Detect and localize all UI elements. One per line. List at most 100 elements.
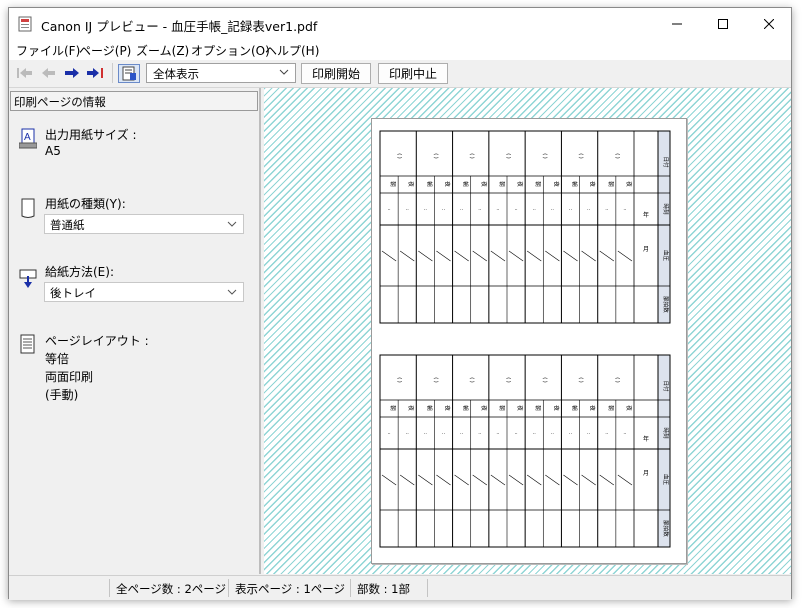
status-bar: 全ページ数 : 2ページ 表示ページ : 1ページ 部数 : 1部 bbox=[9, 575, 791, 600]
last-page-icon[interactable] bbox=[85, 65, 105, 81]
chevron-down-icon bbox=[279, 69, 289, 75]
form-day-bracket: ( ) bbox=[396, 153, 402, 159]
form-day-bracket: ( ) bbox=[614, 377, 620, 383]
status-total-pages: 全ページ数 : 2ページ bbox=[116, 582, 227, 596]
preview-area[interactable]: 日付 時刻 血圧 脈拍数年月朝.. 夜.. 朝.. 夜.. 朝.. 夜.. 朝.. 夜.. 朝.. 夜.… bbox=[264, 88, 791, 574]
form-day-bracket: ( ) bbox=[614, 153, 620, 159]
first-page-icon[interactable] bbox=[15, 65, 35, 81]
form-header-label: 血圧 bbox=[662, 474, 670, 486]
form-row-label: 朝 bbox=[462, 181, 469, 187]
page-layout-label: ページレイアウト : bbox=[45, 334, 149, 348]
form-header-label: 脈拍数 bbox=[662, 296, 670, 313]
zoom-select[interactable]: 全体表示 bbox=[146, 63, 296, 83]
form-header-label: 脈拍数 bbox=[662, 520, 670, 537]
media-type-select[interactable]: 普通紙 bbox=[44, 214, 244, 234]
form-time-dots: .. bbox=[551, 430, 555, 436]
media-type-icon bbox=[21, 198, 35, 218]
form-day-bracket: ( ) bbox=[505, 153, 511, 159]
form-row-label: 夜 bbox=[480, 405, 488, 411]
form-day-bracket: ( ) bbox=[396, 377, 402, 383]
paper-size-icon: A bbox=[19, 128, 37, 149]
menu-file[interactable]: ファイル(F) bbox=[16, 42, 80, 59]
maximize-button[interactable] bbox=[700, 8, 746, 40]
form-header-label: 時刻 bbox=[662, 427, 670, 439]
form-row-label: 朝 bbox=[571, 405, 578, 411]
form-time-dots: .. bbox=[387, 430, 391, 436]
form-time-dots: .. bbox=[496, 430, 500, 436]
status-separator bbox=[109, 579, 110, 597]
previous-page-icon[interactable] bbox=[39, 65, 59, 81]
print-cancel-button[interactable]: 印刷中止 bbox=[378, 63, 448, 84]
form-row-label: 朝 bbox=[607, 181, 614, 187]
form-header-label: 日付 bbox=[662, 156, 670, 168]
form-row-label: 夜 bbox=[407, 181, 415, 187]
toolbar-separator bbox=[112, 63, 113, 83]
menu-page[interactable]: ページ(P) bbox=[79, 42, 131, 59]
media-type-label: 用紙の種類(Y): bbox=[45, 197, 126, 211]
preview-page: 日付 時刻 血圧 脈拍数年月朝.. 夜.. 朝.. 夜.. 朝.. 夜.. 朝.. 夜.. 朝.. 夜.… bbox=[371, 118, 687, 564]
form-time-dots: .. bbox=[460, 206, 464, 212]
form-row-label: 夜 bbox=[407, 405, 415, 411]
status-copies: 部数 : 1部 bbox=[357, 582, 411, 596]
page-info-icon[interactable] bbox=[118, 64, 140, 83]
form-row-label: 夜 bbox=[625, 405, 633, 411]
form-day-bracket: ( ) bbox=[541, 153, 547, 159]
page-layout-icon bbox=[20, 334, 35, 354]
form-row-label: 夜 bbox=[516, 181, 524, 187]
form-time-dots: .. bbox=[569, 206, 573, 212]
form-day-bracket: ( ) bbox=[541, 377, 547, 383]
form-time-dots: .. bbox=[478, 430, 482, 436]
form-time-dots: .. bbox=[514, 206, 518, 212]
menu-zoom[interactable]: ズーム(Z) bbox=[136, 42, 189, 59]
form-row-label: 夜 bbox=[444, 181, 452, 187]
form-row-label: 朝 bbox=[607, 405, 614, 411]
minimize-icon bbox=[672, 23, 682, 25]
form-time-dots: .. bbox=[605, 430, 609, 436]
paper-size-value: A5 bbox=[45, 144, 61, 158]
form-time-dots: .. bbox=[478, 206, 482, 212]
chevron-down-icon bbox=[227, 289, 237, 295]
form-time-dots: .. bbox=[533, 430, 537, 436]
minimize-button[interactable] bbox=[654, 8, 700, 40]
form-year-mark: 年 bbox=[643, 435, 649, 443]
form-month-mark: 月 bbox=[643, 470, 649, 477]
form-day-bracket: ( ) bbox=[469, 153, 475, 159]
form-year-mark: 年 bbox=[643, 211, 649, 219]
form-day-bracket: ( ) bbox=[578, 377, 584, 383]
media-type-value: 普通紙 bbox=[50, 218, 85, 232]
menu-help[interactable]: ヘルプ(H) bbox=[265, 42, 319, 59]
form-time-dots: .. bbox=[514, 430, 518, 436]
form-row-label: 夜 bbox=[552, 181, 560, 187]
paper-source-label: 給紙方法(E): bbox=[45, 265, 114, 279]
form-row-label: 夜 bbox=[625, 181, 633, 187]
close-button[interactable] bbox=[746, 8, 792, 40]
form-row-label: 朝 bbox=[389, 405, 396, 411]
status-current-page: 表示ページ : 1ページ bbox=[235, 582, 346, 596]
form-time-dots: .. bbox=[587, 206, 591, 212]
paper-source-select[interactable]: 後トレイ bbox=[44, 282, 244, 302]
svg-text:A: A bbox=[24, 132, 31, 143]
form-row-label: 朝 bbox=[534, 181, 541, 187]
form-time-dots: .. bbox=[387, 206, 391, 212]
title-bar[interactable]: Canon IJ プレビュー - 血圧手帳_記録表ver1.pdf bbox=[9, 8, 791, 40]
form-time-dots: .. bbox=[623, 206, 627, 212]
window-title: Canon IJ プレビュー - 血圧手帳_記録表ver1.pdf bbox=[41, 19, 318, 34]
form-time-dots: .. bbox=[406, 430, 410, 436]
print-start-button[interactable]: 印刷開始 bbox=[301, 63, 371, 84]
status-separator bbox=[228, 579, 229, 597]
form-time-dots: .. bbox=[460, 430, 464, 436]
app-window: Canon IJ プレビュー - 血圧手帳_記録表ver1.pdf ファイル(F… bbox=[8, 7, 792, 600]
menu-option[interactable]: オプション(O) bbox=[191, 42, 270, 59]
form-header-label: 時刻 bbox=[662, 203, 670, 215]
form-time-dots: .. bbox=[424, 430, 428, 436]
form-time-dots: .. bbox=[424, 206, 428, 212]
form-day-bracket: ( ) bbox=[469, 377, 475, 383]
form-header-label: 血圧 bbox=[662, 250, 670, 262]
form-time-dots: .. bbox=[569, 430, 573, 436]
blood-pressure-form: 日付時刻血圧脈拍数年月朝..夜..朝..夜..朝..夜..朝..夜..朝..夜.… bbox=[379, 130, 671, 548]
next-page-icon[interactable] bbox=[62, 65, 82, 81]
layout-duplex-value: 両面印刷 bbox=[45, 370, 94, 384]
maximize-icon bbox=[718, 19, 728, 29]
form-row-label: 朝 bbox=[425, 181, 432, 187]
form-row-label: 朝 bbox=[425, 405, 432, 411]
